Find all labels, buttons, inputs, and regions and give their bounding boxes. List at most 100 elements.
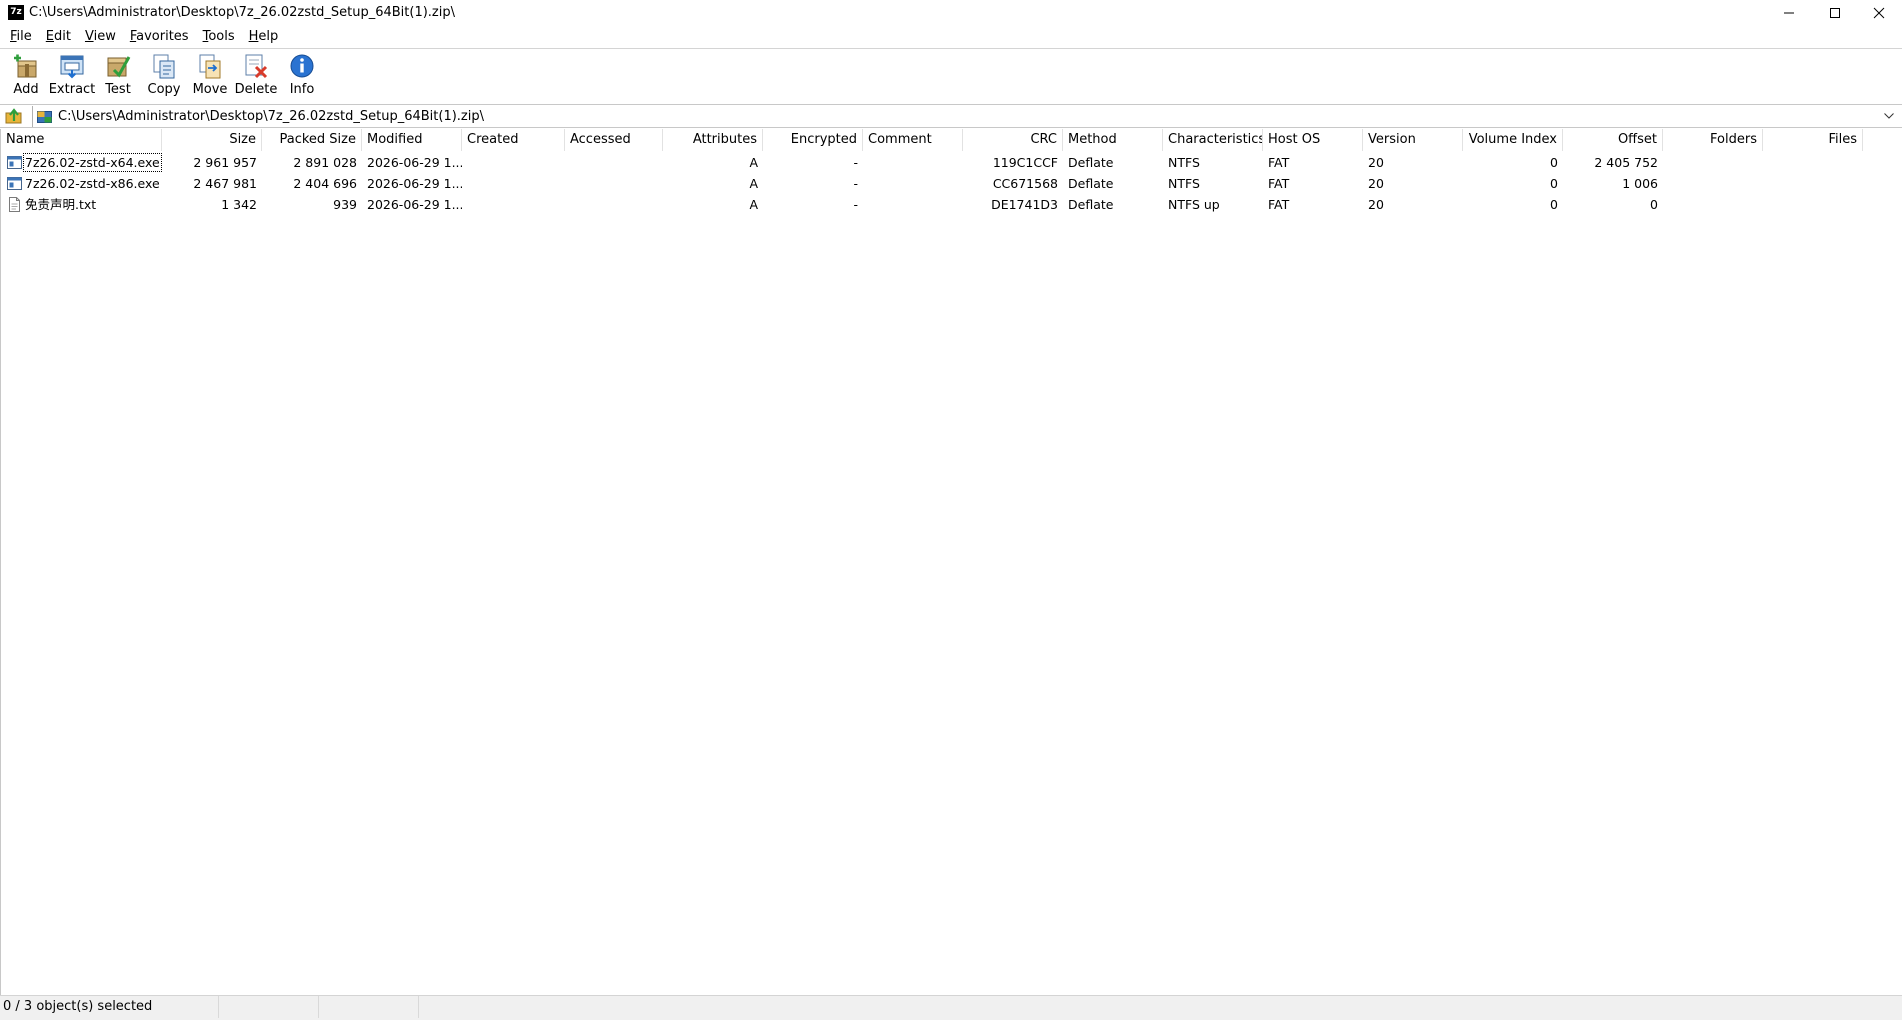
col-modified[interactable]: Modified: [362, 129, 462, 151]
maximize-button[interactable]: [1812, 0, 1858, 25]
comment-cell: [863, 152, 963, 173]
address-bar: C:\Users\Administrator\Desktop\7z_26.02z…: [0, 104, 1902, 128]
volume-index-cell: 0: [1550, 197, 1558, 212]
menu-edit[interactable]: Edit: [39, 26, 78, 48]
exe-file-icon: [7, 156, 22, 169]
name-cell: 免责声明.txt: [1, 194, 162, 215]
delete-label: Delete: [234, 82, 278, 97]
menu-help-label: elp: [258, 29, 279, 44]
add-label: Add: [13, 82, 39, 97]
minimize-icon: [1784, 12, 1794, 13]
menu-tools[interactable]: Tools: [196, 26, 242, 48]
zip-archive-icon: [37, 111, 52, 123]
volume-index-cell: 0: [1550, 176, 1558, 191]
col-name[interactable]: Name: [1, 129, 162, 151]
table-row[interactable]: 7z26.02-zstd-x64.exe 2 961 957 2 891 028…: [1, 152, 1902, 173]
file-list[interactable]: Name Size Packed Size Modified Created A…: [0, 129, 1902, 995]
test-label: Test: [105, 82, 131, 97]
folders-cell: [1663, 173, 1763, 194]
menu-view[interactable]: View: [78, 26, 123, 48]
toolbar: Add Extract Test Copy Move Delete Info: [0, 48, 1902, 102]
version-cell: 20: [1368, 155, 1384, 170]
encrypted-cell: -: [853, 155, 858, 170]
path-combobox[interactable]: C:\Users\Administrator\Desktop\7z_26.02z…: [32, 106, 1902, 127]
characteristics-cell: NTFS up: [1168, 197, 1220, 212]
accessed-cell: [565, 152, 663, 173]
name-cell: 7z26.02-zstd-x64.exe: [1, 152, 162, 173]
add-button[interactable]: Add: [3, 49, 49, 99]
col-attributes[interactable]: Attributes: [663, 129, 763, 151]
info-button[interactable]: Info: [279, 49, 325, 99]
accessed-cell: [565, 173, 663, 194]
col-files[interactable]: Files: [1763, 129, 1863, 151]
created-cell: [462, 152, 565, 173]
col-method[interactable]: Method: [1063, 129, 1163, 151]
modified-cell: 2026-06-29 1...: [367, 155, 462, 170]
col-volume-index[interactable]: Volume Index: [1463, 129, 1563, 151]
col-size[interactable]: Size: [162, 129, 262, 151]
packed-size-cell: 2 404 696: [293, 176, 357, 191]
table-row[interactable]: 免责声明.txt 1 342 939 2026-06-29 1... A - D…: [1, 194, 1902, 215]
col-host-os[interactable]: Host OS: [1263, 129, 1363, 151]
files-cell: [1763, 152, 1863, 173]
text-file-icon: [9, 197, 20, 212]
menu-file[interactable]: File: [3, 26, 39, 48]
window-title: C:\Users\Administrator\Desktop\7z_26.02z…: [29, 5, 455, 20]
crc-cell: DE1741D3: [991, 197, 1058, 212]
extract-button[interactable]: Extract: [49, 49, 95, 99]
path-text: C:\Users\Administrator\Desktop\7z_26.02z…: [58, 109, 484, 124]
files-cell: [1763, 194, 1863, 215]
col-offset[interactable]: Offset: [1563, 129, 1663, 151]
packed-size-cell: 939: [333, 197, 357, 212]
folders-cell: [1663, 152, 1763, 173]
col-created[interactable]: Created: [462, 129, 565, 151]
extract-icon: [60, 55, 84, 79]
info-icon: [290, 54, 314, 78]
move-label: Move: [192, 82, 228, 97]
col-characteristics[interactable]: Characteristics: [1163, 129, 1263, 151]
folder-up-icon: [5, 108, 22, 124]
test-button[interactable]: Test: [95, 49, 141, 99]
crc-cell: 119C1CCF: [992, 155, 1058, 170]
path-dropdown-button[interactable]: [1882, 109, 1896, 123]
status-segment-2: [219, 996, 319, 1018]
status-bar: 0 / 3 object(s) selected: [0, 995, 1902, 1020]
menu-file-label: ile: [16, 29, 32, 44]
offset-cell: 2 405 752: [1594, 155, 1658, 170]
copy-label: Copy: [147, 82, 181, 97]
files-cell: [1763, 173, 1863, 194]
col-crc[interactable]: CRC: [963, 129, 1063, 151]
status-segment-3: [319, 996, 419, 1018]
menu-bar: File Edit View Favorites Tools Help: [0, 26, 1902, 48]
minimize-button[interactable]: [1766, 0, 1812, 25]
app-icon: 7z: [8, 5, 24, 20]
comment-cell: [863, 194, 963, 215]
method-cell: Deflate: [1068, 155, 1114, 170]
modified-cell: 2026-06-29 1...: [367, 176, 462, 191]
delete-button[interactable]: Delete: [233, 49, 279, 99]
col-comment[interactable]: Comment: [863, 129, 963, 151]
size-cell: 1 342: [221, 197, 257, 212]
info-label: Info: [289, 82, 315, 97]
move-button[interactable]: Move: [187, 49, 233, 99]
close-icon: [1873, 7, 1885, 18]
copy-button[interactable]: Copy: [141, 49, 187, 99]
parent-folder-button[interactable]: [0, 105, 28, 127]
col-version[interactable]: Version: [1363, 129, 1463, 151]
col-folders[interactable]: Folders: [1663, 129, 1763, 151]
col-packed-size[interactable]: Packed Size: [262, 129, 362, 151]
file-name: 免责声明.txt: [25, 197, 97, 212]
move-icon: [199, 54, 221, 79]
close-button[interactable]: [1856, 0, 1902, 25]
file-name: 7z26.02-zstd-x64.exe: [23, 153, 162, 172]
encrypted-cell: -: [853, 197, 858, 212]
menu-tools-label: ools: [208, 29, 235, 44]
col-encrypted[interactable]: Encrypted: [763, 129, 863, 151]
table-row[interactable]: 7z26.02-zstd-x86.exe 2 467 981 2 404 696…: [1, 173, 1902, 194]
menu-help[interactable]: Help: [242, 26, 286, 48]
attributes-cell: A: [749, 176, 758, 191]
menu-favorites[interactable]: Favorites: [123, 26, 196, 48]
col-accessed[interactable]: Accessed: [565, 129, 663, 151]
menu-edit-mnemonic: E: [45, 29, 54, 44]
characteristics-cell: NTFS: [1168, 155, 1200, 170]
